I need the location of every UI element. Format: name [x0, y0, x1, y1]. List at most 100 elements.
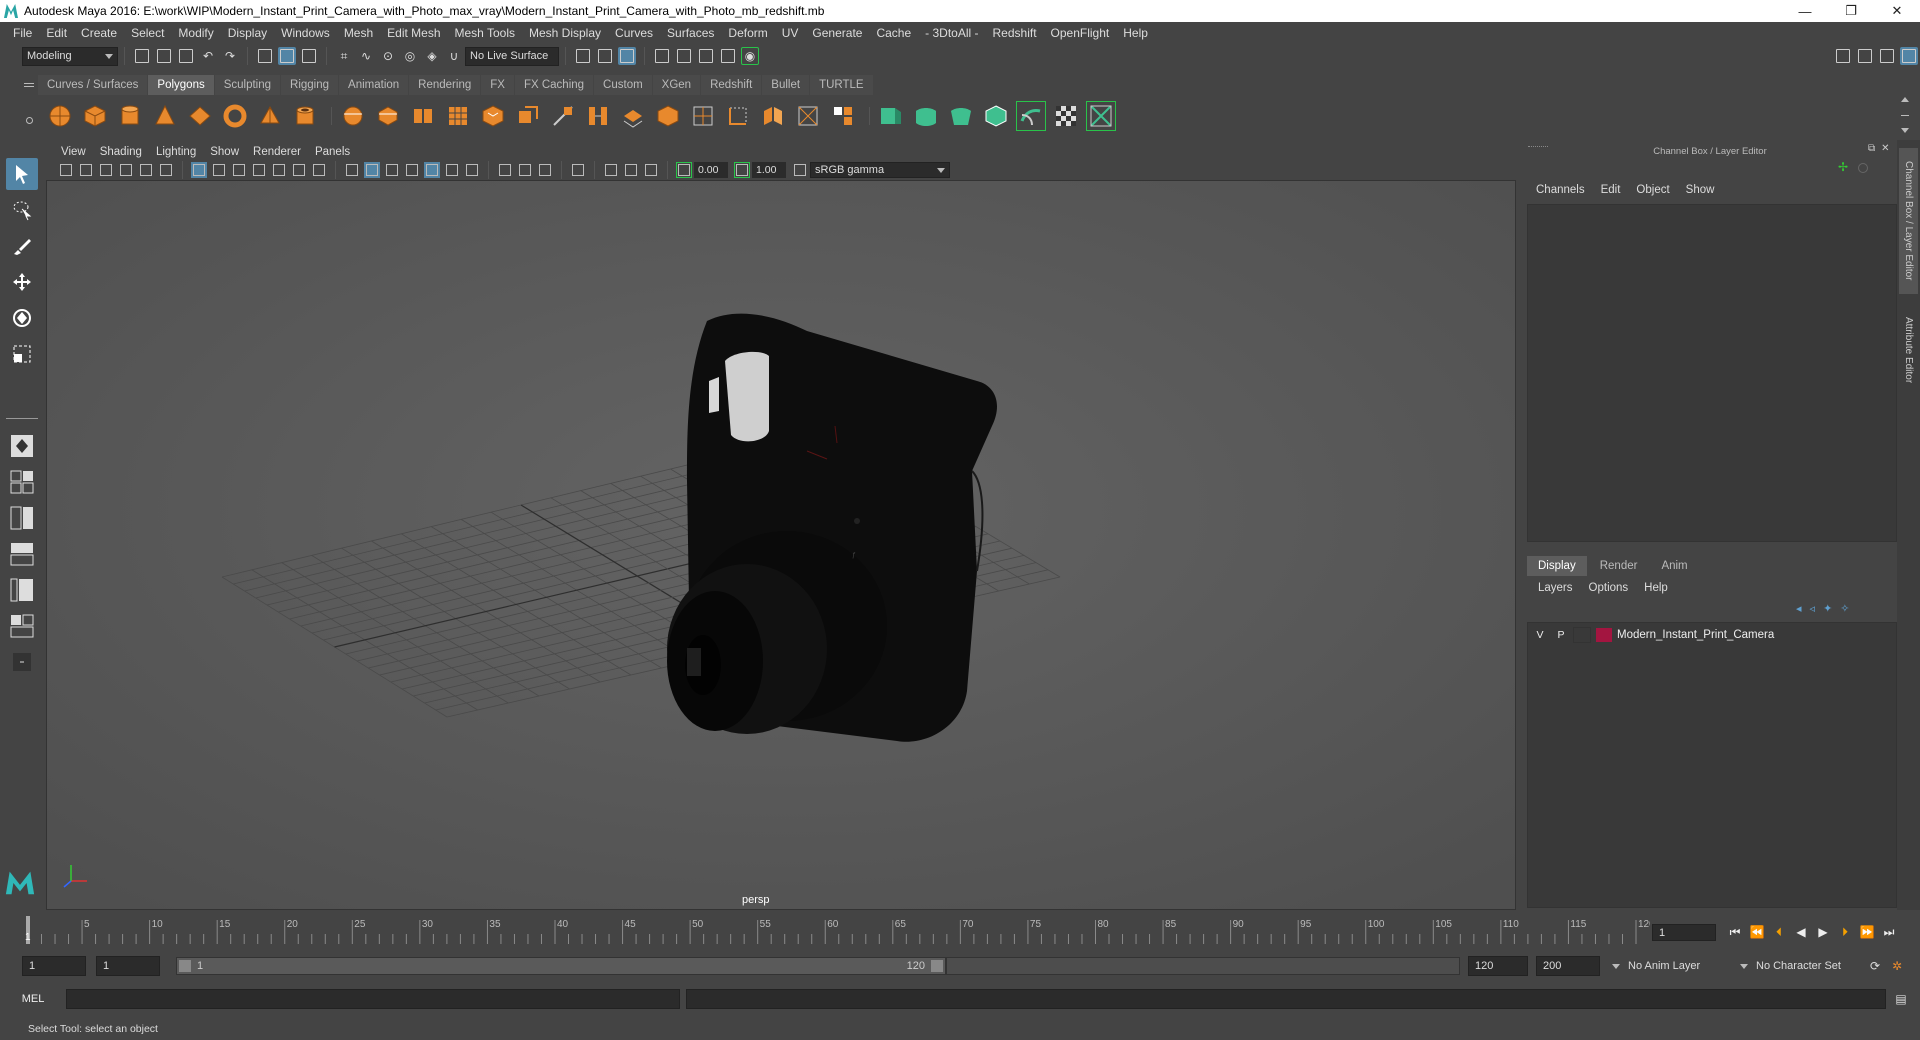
shelf-tab-fx[interactable]: FX [481, 75, 514, 95]
shelf-options[interactable] [18, 76, 40, 136]
uv-planar-icon[interactable] [876, 101, 906, 131]
menu-mesh-tools[interactable]: Mesh Tools [448, 26, 522, 40]
motion-blur-icon[interactable] [497, 162, 513, 178]
shelf-tab-polygons[interactable]: Polygons [148, 75, 214, 95]
use-all-lights-icon[interactable] [424, 162, 440, 178]
uv-editor-icon[interactable] [1016, 101, 1046, 131]
ambient-occlusion-icon[interactable] [464, 162, 480, 178]
snap-curve-icon[interactable]: ∿ [357, 47, 375, 65]
isolate-select-icon[interactable] [570, 162, 586, 178]
shelf-tab-redshift[interactable]: Redshift [701, 75, 762, 95]
menu-display[interactable]: Display [221, 26, 274, 40]
channel-box-menu-object[interactable]: Object [1628, 184, 1677, 196]
gamma-field[interactable]: 1.00 [752, 162, 786, 178]
animation-preferences-icon[interactable]: ✲ [1888, 957, 1906, 975]
viewport-menu-shading[interactable]: Shading [93, 146, 149, 158]
menu-windows[interactable]: Windows [274, 26, 337, 40]
depth-of-field-icon[interactable] [537, 162, 553, 178]
perspective-viewport[interactable]: ƒ [46, 180, 1516, 910]
extrude-icon[interactable] [513, 101, 543, 131]
exposure-icon[interactable] [676, 162, 692, 178]
step-forward-key-icon[interactable]: ⏩ [1856, 923, 1878, 941]
extract-icon[interactable] [408, 101, 438, 131]
layout-side-by-side[interactable] [6, 502, 38, 534]
minimize-button[interactable]: — [1782, 0, 1828, 22]
wireframe-on-shaded-icon[interactable] [384, 162, 400, 178]
poly-cube-icon[interactable] [80, 101, 110, 131]
move-layer-up-icon[interactable]: ◂ [1796, 602, 1802, 615]
menu-redshift[interactable]: Redshift [986, 26, 1044, 40]
shelf-scroll[interactable] [1898, 97, 1912, 133]
layout-single-pane[interactable] [6, 430, 38, 462]
manipulator-icon[interactable]: ✢ [1838, 160, 1848, 174]
ipr-render-icon[interactable] [697, 47, 715, 65]
menu-deform[interactable]: Deform [721, 26, 774, 40]
range-slider[interactable]: 1 120 [176, 957, 946, 975]
film-gate-icon[interactable] [211, 162, 227, 178]
combine-icon[interactable] [338, 101, 368, 131]
xray-components-icon[interactable] [643, 162, 659, 178]
range-start-handle[interactable] [179, 960, 191, 972]
menu-cache[interactable]: Cache [869, 26, 918, 40]
float-panel-icon[interactable]: ⧉ [1868, 143, 1875, 154]
layout-persp-graph[interactable] [6, 574, 38, 606]
select-component-icon[interactable] [300, 47, 318, 65]
open-scene-icon[interactable] [155, 47, 173, 65]
redo-icon[interactable]: ↷ [221, 47, 239, 65]
xray-icon[interactable] [603, 162, 619, 178]
uv-automatic-icon[interactable] [981, 101, 1011, 131]
menu-3dtoall[interactable]: - 3DtoAll - [918, 26, 985, 40]
gear-icon[interactable] [25, 117, 33, 124]
layer-menu-layers[interactable]: Layers [1530, 582, 1581, 594]
layer-row[interactable]: V P Modern_Instant_Print_Camera [1531, 626, 1893, 644]
layer-display-type[interactable] [1573, 627, 1591, 643]
gate-mask-icon[interactable] [251, 162, 267, 178]
exposure-field[interactable]: 0.00 [694, 162, 728, 178]
mirror-icon[interactable] [758, 101, 788, 131]
shelf-tab-xgen[interactable]: XGen [652, 75, 701, 95]
render-view-icon[interactable] [653, 47, 671, 65]
layer-menu-help[interactable]: Help [1636, 582, 1676, 594]
step-back-frame-icon[interactable]: ⏴ [1768, 923, 1790, 941]
select-object-icon[interactable] [278, 47, 296, 65]
menu-file[interactable]: File [6, 26, 39, 40]
poly-plane-icon[interactable] [185, 101, 215, 131]
view-transform-dropdown[interactable]: sRGB gamma [810, 162, 950, 178]
layer-name[interactable]: Modern_Instant_Print_Camera [1617, 629, 1774, 641]
shadows-icon[interactable] [444, 162, 460, 178]
render-frame-icon[interactable] [675, 47, 693, 65]
script-editor-icon[interactable]: ▤ [1892, 990, 1910, 1008]
menu-openflight[interactable]: OpenFlight [1044, 26, 1117, 40]
wireframe-icon[interactable] [344, 162, 360, 178]
menu-edit[interactable]: Edit [39, 26, 74, 40]
rotate-tool[interactable] [6, 302, 38, 334]
tab-attribute-editor[interactable]: Attribute Editor [1899, 300, 1918, 400]
fill-hole-icon[interactable] [653, 101, 683, 131]
range-end-handle[interactable] [931, 960, 943, 972]
append-poly-icon[interactable] [618, 101, 648, 131]
shelf-tab-rigging[interactable]: Rigging [281, 75, 339, 95]
tab-channel-box[interactable]: Channel Box / Layer Editor [1899, 148, 1918, 294]
grid-icon[interactable] [191, 162, 207, 178]
shelf-tab-custom[interactable]: Custom [594, 75, 652, 95]
viewport-menu-lighting[interactable]: Lighting [149, 146, 203, 158]
input-ops-icon[interactable] [574, 47, 592, 65]
anti-aliasing-icon[interactable] [517, 162, 533, 178]
tool-settings-toggle-icon[interactable] [1878, 47, 1896, 65]
play-forwards-icon[interactable]: ▶ [1812, 923, 1834, 941]
uv-spherical-icon[interactable] [946, 101, 976, 131]
camera-select-icon[interactable] [58, 162, 74, 178]
hypershade-icon[interactable]: ◉ [741, 47, 759, 65]
menu-curves[interactable]: Curves [608, 26, 660, 40]
image-plane-icon[interactable] [118, 162, 134, 178]
snap-point-icon[interactable]: ⊙ [379, 47, 397, 65]
menu-surfaces[interactable]: Surfaces [660, 26, 721, 40]
output-ops-icon[interactable] [596, 47, 614, 65]
new-layer-icon[interactable]: ✦ [1823, 602, 1832, 615]
shelf-tab-fx-caching[interactable]: FX Caching [514, 75, 594, 95]
shelf-tab-bullet[interactable]: Bullet [762, 75, 810, 95]
shelf-tab-sculpting[interactable]: Sculpting [214, 75, 281, 95]
tab-render[interactable]: Render [1589, 556, 1649, 576]
save-scene-icon[interactable] [177, 47, 195, 65]
menu-help[interactable]: Help [1116, 26, 1155, 40]
